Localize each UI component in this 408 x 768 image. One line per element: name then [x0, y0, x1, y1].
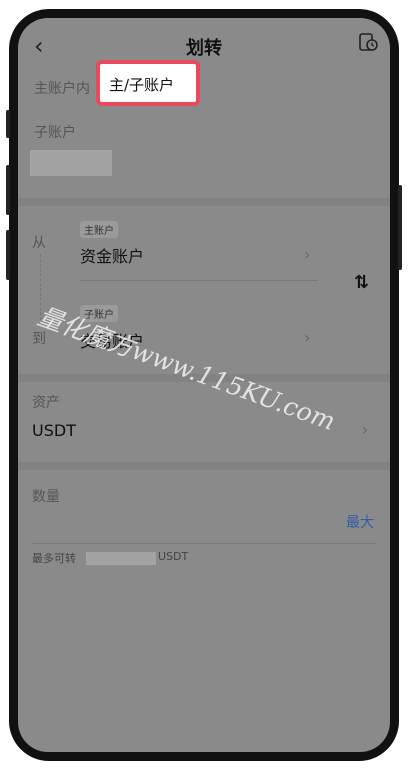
- side-button: [6, 230, 10, 280]
- available-value-blurred: [86, 552, 156, 565]
- max-button[interactable]: 最大: [346, 512, 374, 532]
- section-divider: [18, 462, 390, 470]
- section-divider: [18, 374, 390, 382]
- asset-value[interactable]: USDT: [32, 421, 76, 440]
- transfer-history-icon[interactable]: [358, 32, 378, 52]
- section-divider: [18, 198, 390, 206]
- from-label: 从: [32, 235, 46, 251]
- from-to-connector: [40, 254, 41, 320]
- asset-label: 资产: [32, 395, 60, 411]
- side-button: [6, 110, 10, 138]
- available-unit: USDT: [158, 550, 189, 563]
- page-title: 划转: [186, 38, 222, 59]
- to-label: 到: [32, 331, 46, 347]
- highlight-box[interactable]: 主/子账户: [96, 60, 200, 106]
- main-account-label: 主账户内: [34, 81, 90, 97]
- row-divider: [80, 280, 318, 281]
- watermark-text: 量化魔方www.115KU.com: [34, 301, 339, 436]
- side-button: [6, 165, 10, 215]
- header: ‹ 划转: [18, 18, 390, 74]
- sub-account-label: 子账户: [34, 125, 76, 141]
- screen: ‹ 划转 主账户内 主/子账户 子账户 从 到 主账户 资金账户 › 子账户 交…: [18, 18, 390, 752]
- main-sub-account-toggle[interactable]: 主/子账户: [109, 74, 174, 95]
- sub-account-value-blurred[interactable]: [30, 150, 112, 176]
- chevron-right-icon[interactable]: ›: [304, 245, 310, 264]
- chevron-right-icon[interactable]: ›: [304, 328, 310, 347]
- to-account-name[interactable]: 交易账户: [80, 328, 144, 352]
- chevron-right-icon[interactable]: ›: [362, 420, 368, 439]
- available-label: 最多可转: [32, 552, 76, 565]
- from-account-tag: 主账户: [80, 221, 118, 238]
- amount-label: 数量: [32, 489, 60, 505]
- to-account-tag: 子账户: [80, 305, 118, 322]
- from-account-name[interactable]: 资金账户: [80, 243, 144, 267]
- power-button: [398, 185, 402, 270]
- amount-underline: [32, 543, 376, 544]
- swap-direction-icon[interactable]: ⇅: [354, 272, 369, 293]
